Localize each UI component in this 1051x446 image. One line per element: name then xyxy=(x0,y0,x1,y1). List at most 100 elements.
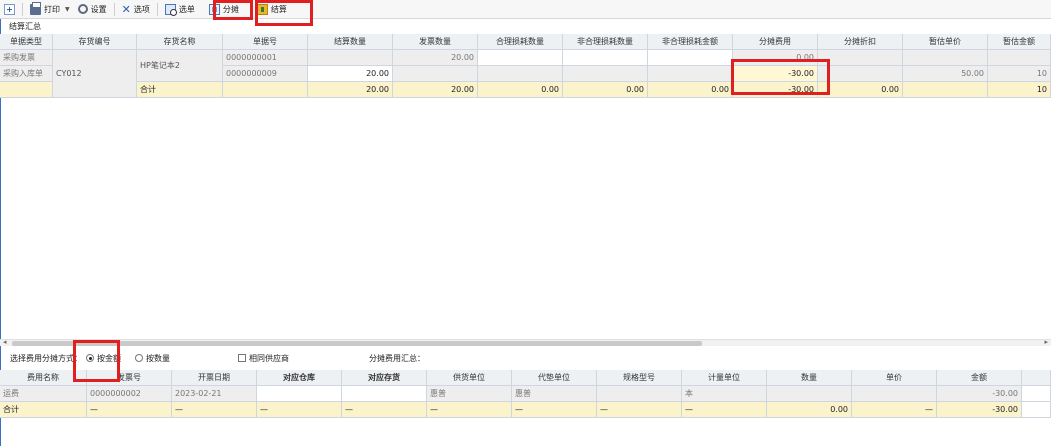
new-button[interactable] xyxy=(0,1,19,18)
alloc-discount-cell[interactable] xyxy=(818,50,903,66)
price-cell[interactable] xyxy=(852,386,937,402)
inventory-input[interactable] xyxy=(342,386,427,402)
est-amount-cell[interactable] xyxy=(988,50,1051,66)
qty-cell[interactable] xyxy=(767,386,852,402)
column-header[interactable]: 供货单位 xyxy=(427,370,512,386)
by-quantity-radio[interactable] xyxy=(135,354,143,362)
unreasonable-loss-qty-input[interactable] xyxy=(563,50,648,66)
total-dash: — xyxy=(87,402,172,418)
column-header[interactable]: 对应存货 xyxy=(342,370,427,386)
horizontal-scrollbar[interactable]: ◂ ▸ xyxy=(0,338,1051,346)
alloc-fee-input[interactable]: -30.00 xyxy=(733,66,818,82)
column-header[interactable]: 合理损耗数量 xyxy=(478,34,563,50)
unreasonable-loss-qty-cell[interactable] xyxy=(563,66,648,82)
column-header[interactable]: 计量单位 xyxy=(682,370,767,386)
invoice-date-cell[interactable]: 2023-02-21 xyxy=(172,386,257,402)
column-header[interactable]: 发票数量 xyxy=(393,34,478,50)
total-reasonable-loss: 0.00 xyxy=(478,82,563,98)
fee-name-cell[interactable]: 运费 xyxy=(0,386,87,402)
column-header[interactable]: 分摊折扣 xyxy=(818,34,903,50)
select-doc-button[interactable]: 选单 xyxy=(161,1,199,18)
reasonable-loss-cell[interactable] xyxy=(478,66,563,82)
total-est-amount: 10 xyxy=(988,82,1051,98)
agent-cell[interactable]: 惠普 xyxy=(512,386,597,402)
total-invoice-qty: 20.00 xyxy=(393,82,478,98)
doc-type-cell[interactable]: 采购发票 xyxy=(0,50,53,66)
column-header[interactable]: 数量 xyxy=(767,370,852,386)
column-header xyxy=(1022,370,1051,386)
est-price-cell[interactable]: 50.00 xyxy=(903,66,988,82)
column-header[interactable]: 发票号 xyxy=(87,370,172,386)
gear-icon xyxy=(77,4,88,14)
warehouse-input[interactable] xyxy=(257,386,342,402)
total-settle-qty: 20.00 xyxy=(308,82,393,98)
by-amount-option[interactable]: 按金额 xyxy=(86,353,121,364)
column-header[interactable]: 开票日期 xyxy=(172,370,257,386)
column-header[interactable]: 代垫单位 xyxy=(512,370,597,386)
table-header-row: 费用名称 发票号 开票日期 对应仓库 对应存货 供货单位 代垫单位 规格型号 计… xyxy=(0,370,1051,386)
column-header[interactable]: 存货名称 xyxy=(137,34,223,50)
column-header[interactable]: 非合理损耗金额 xyxy=(648,34,733,50)
table-header-row: 单据类型 存货编号 存货名称 单据号 结算数量 发票数量 合理损耗数量 非合理损… xyxy=(0,34,1051,50)
column-header[interactable]: 费用名称 xyxy=(0,370,87,386)
total-dash: — xyxy=(172,402,257,418)
doc-no-cell[interactable]: 0000000009 xyxy=(223,66,308,82)
column-header[interactable]: 暂估金额 xyxy=(988,34,1051,50)
fee-summary-label: 分摊费用汇总： xyxy=(369,353,425,363)
supplier-cell[interactable]: 惠普 xyxy=(427,386,512,402)
column-header[interactable]: 单据类型 xyxy=(0,34,53,50)
column-header[interactable]: 单据号 xyxy=(223,34,308,50)
inventory-name-cell[interactable]: HP笔记本2 xyxy=(137,50,223,82)
total-dash: — xyxy=(597,402,682,418)
by-quantity-label: 按数量 xyxy=(146,353,170,363)
column-header[interactable]: 单价 xyxy=(852,370,937,386)
invoice-qty-cell[interactable] xyxy=(393,66,478,82)
invoice-qty-cell[interactable]: 20.00 xyxy=(393,50,478,66)
alloc-fee-cell[interactable]: 0.00 xyxy=(733,50,818,66)
settings-button[interactable]: 设置 xyxy=(74,1,111,18)
column-header[interactable]: 暂估单价 xyxy=(903,34,988,50)
print-button[interactable]: 打印 ▼ xyxy=(26,1,74,18)
alloc-discount-cell[interactable] xyxy=(818,66,903,82)
amount-cell[interactable]: -30.00 xyxy=(937,386,1022,402)
unreasonable-loss-amt-input[interactable] xyxy=(648,50,733,66)
plus-icon xyxy=(4,3,15,15)
by-quantity-option[interactable]: 按数量 xyxy=(135,353,170,364)
same-supplier-option[interactable]: 相同供应商 xyxy=(238,353,289,364)
scroll-right-icon[interactable]: ▸ xyxy=(1044,338,1048,346)
column-header[interactable]: 金额 xyxy=(937,370,1022,386)
scrollbar-thumb[interactable] xyxy=(12,341,702,346)
settle-qty-cell[interactable]: 20.00 xyxy=(308,66,393,82)
column-header[interactable]: 分摊费用 xyxy=(733,34,818,50)
column-header[interactable]: 非合理损耗数量 xyxy=(563,34,648,50)
total-cell xyxy=(0,82,53,98)
settle-qty-cell[interactable] xyxy=(308,50,393,66)
spec-cell[interactable] xyxy=(597,386,682,402)
scroll-left-icon[interactable]: ◂ xyxy=(3,338,7,346)
column-header[interactable]: 存货编号 xyxy=(53,34,137,50)
doc-type-cell[interactable]: 采购入库单 xyxy=(0,66,53,82)
options-button[interactable]: ✕ 选项 xyxy=(118,1,154,18)
doc-no-cell[interactable]: 0000000001 xyxy=(223,50,308,66)
reasonable-loss-input[interactable] xyxy=(478,50,563,66)
column-header[interactable]: 对应仓库 xyxy=(257,370,342,386)
by-amount-label: 按金额 xyxy=(97,353,121,363)
total-qty: 0.00 xyxy=(767,402,852,418)
column-header[interactable]: 结算数量 xyxy=(308,34,393,50)
by-amount-radio[interactable] xyxy=(86,354,94,362)
settle-button[interactable]: 结算 xyxy=(253,1,291,18)
table-row[interactable]: 运费 0000000002 2023-02-21 惠普 惠普 本 -30.00 xyxy=(0,386,1051,402)
total-cell xyxy=(223,82,308,98)
filler-cell xyxy=(1022,386,1051,402)
unreasonable-loss-amt-cell[interactable] xyxy=(648,66,733,82)
invoice-no-cell[interactable]: 0000000002 xyxy=(87,386,172,402)
chevron-down-icon[interactable]: ▼ xyxy=(65,6,70,13)
est-amount-cell[interactable]: 10 xyxy=(988,66,1051,82)
allocate-button[interactable]: 分摊 xyxy=(205,1,243,18)
same-supplier-checkbox[interactable] xyxy=(238,354,246,362)
unit-cell[interactable]: 本 xyxy=(682,386,767,402)
allocation-method-bar: 选择费用分摊方式： 按金额 按数量 相同供应商 分摊费用汇总： xyxy=(0,349,1051,367)
est-price-cell[interactable] xyxy=(903,50,988,66)
column-header[interactable]: 规格型号 xyxy=(597,370,682,386)
total-alloc-fee: -30.00 xyxy=(733,82,818,98)
